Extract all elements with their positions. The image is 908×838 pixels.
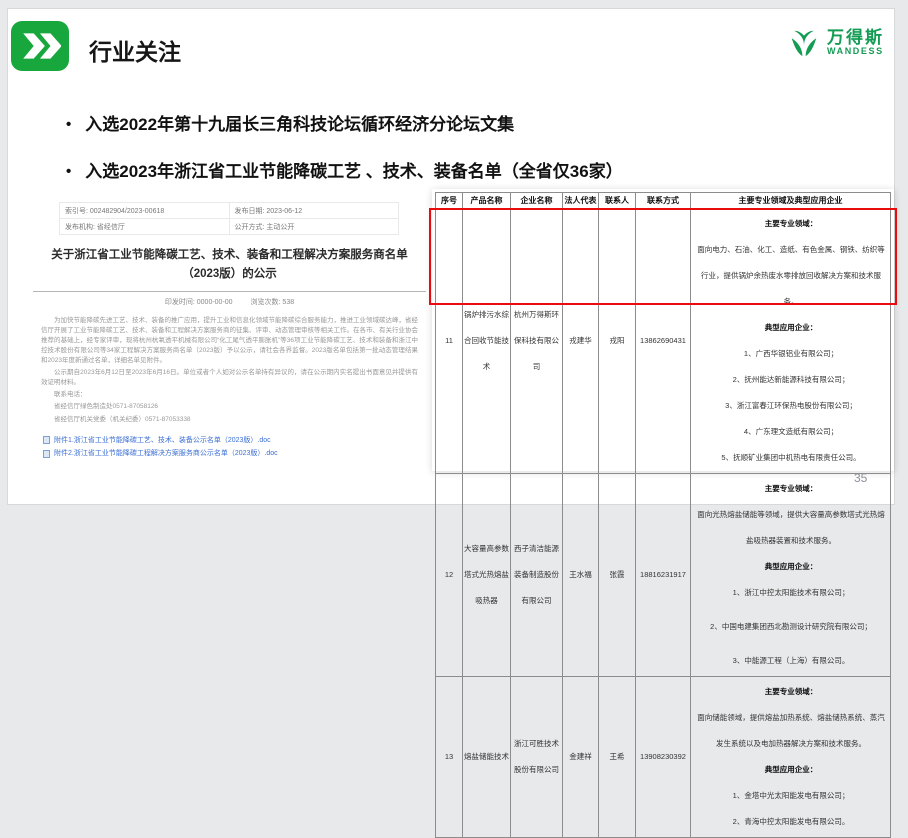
doc-print-time: 印发时间: 0000-00-00 [165, 299, 233, 306]
app-company: 1、广西华银铝业有限公司； [696, 341, 886, 367]
cell-contact: 戎阳 [599, 209, 636, 474]
doc-view-count: 浏览次数: 538 [251, 299, 295, 306]
presentation-slide: 行业关注 万得斯 WANDESS 入选2022年第十九届长三角科技论坛循环经济分… [7, 8, 895, 505]
doc-meta-date: 发布日期: 2023-06-12 [229, 203, 399, 219]
col-header: 法人代表 [563, 193, 599, 209]
cell-no: 11 [436, 209, 463, 474]
cell-phone: 13908230392 [636, 677, 691, 838]
table-row-12: 12 大容量高参数塔式光热熔盐吸热器 西子清洁能源装备制造股份有限公司 王水福 … [436, 474, 891, 677]
cell-company: 浙江可胜技术股份有限公司 [511, 677, 563, 838]
cell-phone: 13862690431 [636, 209, 691, 474]
logo-name-en: WANDESS [827, 47, 884, 56]
doc-file-icon [43, 436, 50, 444]
doc-title: 关于浙江省工业节能降碳工艺、技术、装备和工程解决方案服务商名单（2023版）的公… [31, 246, 428, 284]
doc-meta-table: 索引号: 002482904/2023-00618 发布日期: 2023-06-… [59, 202, 399, 235]
cell-contact: 王希 [599, 677, 636, 838]
page-title: 行业关注 [89, 33, 181, 67]
attachment-label: 附件2.浙江省工业节能降碳工程解决方案服务商公示名单（2023版）.doc [54, 447, 278, 460]
cell-company: 杭州万得斯环保科技有限公司 [511, 209, 563, 474]
bullet-item-2: 入选2023年浙江省工业节能降碳工艺 、技术、装备名单（全省仅36家） [66, 157, 623, 182]
cell-no: 13 [436, 677, 463, 838]
domain-label: 主要专业领域： [696, 679, 886, 705]
doc-body: 为加快节能降碳先进工艺、技术、装备的推广应用，提升工业和信息化领域节能降碳综合服… [31, 316, 428, 425]
attachment-label: 附件1.浙江省工业节能降碳工艺、技术、装备公示名单（2023版）.doc [54, 434, 271, 447]
col-header: 联系方式 [636, 193, 691, 209]
suppliers-table: 序号 产品名称 企业名称 法人代表 联系人 联系方式 主要专业领域及典型应用企业… [435, 192, 891, 838]
doc-publish-line: 印发时间: 0000-00-00 浏览次数: 538 [31, 297, 428, 307]
attachment-link-2[interactable]: 附件2.浙江省工业节能降碳工程解决方案服务商公示名单（2023版）.doc [43, 447, 428, 460]
domain-text: 面向光热熔盐储能等领域，提供大容量高参数塔式光热熔盐吸热器装置和技术服务。 [696, 502, 886, 554]
doc-meta-org: 发布机构: 省经信厅 [60, 219, 230, 235]
bullet-item-1: 入选2022年第十九届长三角科技论坛循环经济分论坛文集 [66, 110, 514, 135]
cell-detail: 主要专业领域： 面向电力、石油、化工、造纸、有色金属、钢铁、纺织等行业，提供锅炉… [691, 209, 891, 474]
logo-name-cn: 万得斯 [827, 29, 884, 47]
table-header-row: 序号 产品名称 企业名称 法人代表 联系人 联系方式 主要专业领域及典型应用企业 [436, 193, 891, 209]
doc-meta-mode: 公开方式: 主动公开 [229, 219, 399, 235]
cell-company: 西子清洁能源装备制造股份有限公司 [511, 474, 563, 677]
app-company: 2、青海中控太阳能发电有限公司。 [696, 809, 886, 835]
wandess-logo: 万得斯 WANDESS [786, 25, 884, 61]
cell-detail: 主要专业领域： 面向光热熔盐储能等领域，提供大容量高参数塔式光热熔盐吸热器装置和… [691, 474, 891, 677]
suppliers-table-card: 序号 产品名称 企业名称 法人代表 联系人 联系方式 主要专业领域及典型应用企业… [432, 189, 894, 471]
apps-label: 典型应用企业： [696, 757, 886, 783]
col-header: 产品名称 [463, 193, 511, 209]
app-company: 2、中国电建集团西北勘测设计研究院有限公司； [696, 614, 886, 640]
col-header: 联系人 [599, 193, 636, 209]
cell-product: 熔盐储能技术 [463, 677, 511, 838]
table-row-13: 13 熔盐储能技术 浙江可胜技术股份有限公司 金建祥 王希 1390823039… [436, 677, 891, 838]
doc-meta-index: 索引号: 002482904/2023-00618 [60, 203, 230, 219]
app-company: 1、浙江中控太阳能技术有限公司； [696, 580, 886, 606]
page-number: 35 [854, 471, 867, 485]
cell-product: 大容量高参数塔式光热熔盐吸热器 [463, 474, 511, 677]
doc-divider [33, 291, 426, 292]
leaf-logo-icon [786, 25, 822, 61]
cell-contact: 张霞 [599, 474, 636, 677]
domain-label: 主要专业领域： [696, 211, 886, 237]
logo-text: 万得斯 WANDESS [827, 29, 884, 56]
cell-legal: 王水福 [563, 474, 599, 677]
apps-label: 典型应用企业： [696, 315, 886, 341]
double-chevron-icon [11, 21, 69, 71]
app-company: 3、中能源工程（上海）有限公司。 [696, 648, 886, 674]
app-company: 3、浙江富春江环保热电股份有限公司； [696, 393, 886, 419]
gov-notice-document: 索引号: 002482904/2023-00618 发布日期: 2023-06-… [31, 196, 428, 460]
domain-text: 面向储能领域，提供熔盐加热系统、熔盐储热系统、蒸汽发生系统以及电加热器解决方案和… [696, 705, 886, 757]
col-header: 序号 [436, 193, 463, 209]
cell-no: 12 [436, 474, 463, 677]
doc-paragraph: 省经信厅机关党委（机关纪委）0571-87053338 [41, 415, 418, 425]
fast-forward-icon [19, 29, 61, 63]
cell-detail: 主要专业领域： 面向储能领域，提供熔盐加热系统、熔盐储热系统、蒸汽发生系统以及电… [691, 677, 891, 838]
table-row-11: 11 锅炉排污水综合回收节能技术 杭州万得斯环保科技有限公司 戎建华 戎阳 13… [436, 209, 891, 474]
doc-paragraph: 为加快节能降碳先进工艺、技术、装备的推广应用，提升工业和信息化领域节能降碳综合服… [41, 316, 418, 366]
cell-product: 锅炉排污水综合回收节能技术 [463, 209, 511, 474]
apps-label: 典型应用企业： [696, 554, 886, 580]
app-company: 5、抚顺矿业集团中机热电有限责任公司。 [696, 445, 886, 471]
doc-file-icon [43, 450, 50, 458]
doc-paragraph: 公示期自2023年6月12日至2023年6月16日。单位或者个人如对公示名单持有… [41, 368, 418, 388]
domain-text: 面向电力、石油、化工、造纸、有色金属、钢铁、纺织等行业，提供锅炉余热废水零排放回… [696, 237, 886, 315]
doc-attachments: 附件1.浙江省工业节能降碳工艺、技术、装备公示名单（2023版）.doc 附件2… [31, 434, 428, 461]
app-company: 1、金塔中光太阳能发电有限公司； [696, 783, 886, 809]
app-company: 2、抚州能达新能源科技有限公司； [696, 367, 886, 393]
doc-paragraph: 联系电话： [41, 390, 418, 400]
col-header: 主要专业领域及典型应用企业 [691, 193, 891, 209]
doc-paragraph: 省经信厅绿色制造处0571-87058126 [41, 402, 418, 412]
attachment-link-1[interactable]: 附件1.浙江省工业节能降碳工艺、技术、装备公示名单（2023版）.doc [43, 434, 428, 447]
col-header: 企业名称 [511, 193, 563, 209]
cell-legal: 金建祥 [563, 677, 599, 838]
cell-legal: 戎建华 [563, 209, 599, 474]
cell-phone: 18816231917 [636, 474, 691, 677]
app-company: 4、广东理文造纸有限公司； [696, 419, 886, 445]
